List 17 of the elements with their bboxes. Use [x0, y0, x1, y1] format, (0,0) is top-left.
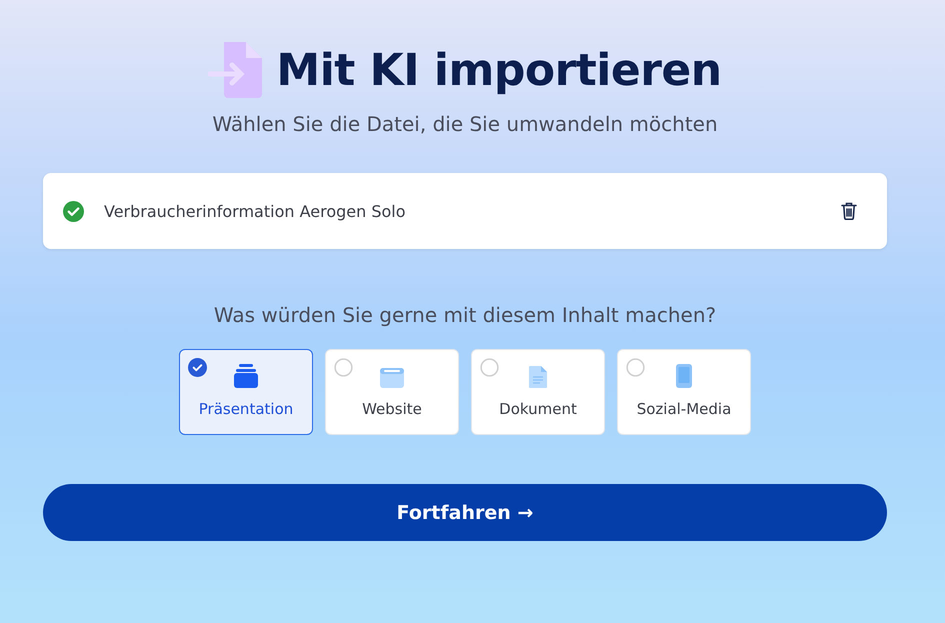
option-card[interactable]: Präsentation [179, 349, 313, 435]
page-title: Mit KI importieren [276, 44, 722, 96]
file-name: Verbraucherinformation Aerogen Solo [104, 202, 407, 220]
slides-stack-icon [233, 363, 259, 389]
checked-radio-icon [188, 358, 207, 377]
option-card[interactable]: Dokument [471, 349, 605, 435]
continue-button[interactable]: Fortfahren → [43, 484, 887, 541]
browser-window-icon [379, 367, 405, 389]
smartphone-icon [675, 363, 693, 389]
subtitle: Wählen Sie die Datei, die Sie umwandeln möchten [212, 112, 718, 136]
document-icon [528, 365, 548, 389]
radio-icon [334, 358, 353, 377]
option-card[interactable]: Sozial-Media [617, 349, 751, 435]
radio-icon [626, 358, 645, 377]
option-card[interactable]: Website [325, 349, 459, 435]
question-text: Was würden Sie gerne mit diesem Inhalt machen? [214, 303, 716, 327]
radio-icon [480, 358, 499, 377]
